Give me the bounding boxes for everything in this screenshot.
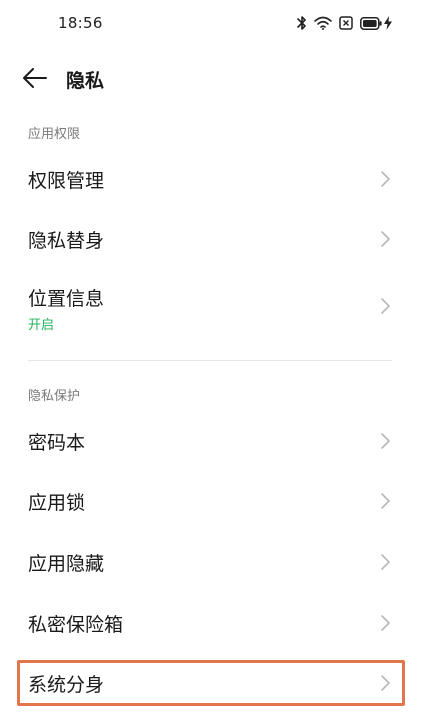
sim-icon — [339, 16, 353, 30]
back-button[interactable] — [22, 66, 50, 90]
battery-icon — [360, 16, 382, 30]
status-icons — [297, 14, 392, 32]
list-item-label: 系统分身 — [28, 674, 105, 696]
chevron-right-icon — [381, 433, 390, 449]
list-item-label: 私密保险箱 — [28, 614, 124, 636]
list-item-label: 应用锁 — [28, 492, 86, 514]
section-header-privacy-protection: 隐私保护 — [28, 389, 81, 404]
list-item-label: 密码本 — [28, 432, 86, 454]
back-arrow-icon — [23, 68, 47, 88]
list-item-label: 权限管理 — [28, 170, 105, 192]
chevron-right-icon — [381, 493, 390, 509]
list-item-label: 位置信息 — [28, 288, 105, 310]
header-bar: 隐私 — [0, 56, 422, 100]
list-item-app-lock[interactable]: 应用锁 — [0, 474, 422, 528]
status-time: 18:56 — [58, 14, 103, 32]
chevron-right-icon — [381, 675, 390, 691]
section-divider — [28, 360, 392, 361]
list-item-label: 隐私替身 — [28, 230, 105, 252]
charging-icon — [384, 16, 392, 30]
list-item-private-safe[interactable]: 私密保险箱 — [0, 596, 422, 650]
chevron-right-icon — [381, 554, 390, 570]
list-item-privacy-double[interactable]: 隐私替身 — [0, 212, 422, 266]
chevron-right-icon — [381, 171, 390, 187]
list-item-permission-management[interactable]: 权限管理 — [0, 152, 422, 206]
section-header-app-permissions: 应用权限 — [28, 127, 81, 142]
chevron-right-icon — [381, 615, 390, 631]
list-item-password-book[interactable]: 密码本 — [0, 414, 422, 468]
status-bar: 18:56 — [0, 0, 422, 46]
location-status-text: 开启 — [28, 318, 55, 333]
chevron-right-icon — [381, 231, 390, 247]
list-item-label: 应用隐藏 — [28, 553, 105, 575]
wifi-icon — [314, 16, 332, 30]
chevron-right-icon — [381, 298, 390, 314]
list-item-system-clone[interactable]: 系统分身 — [0, 657, 422, 709]
list-item-hide-apps[interactable]: 应用隐藏 — [0, 535, 422, 589]
page-title: 隐私 — [66, 70, 105, 92]
list-item-location-info[interactable]: 位置信息 开启 — [0, 274, 422, 340]
bluetooth-icon — [297, 15, 307, 31]
